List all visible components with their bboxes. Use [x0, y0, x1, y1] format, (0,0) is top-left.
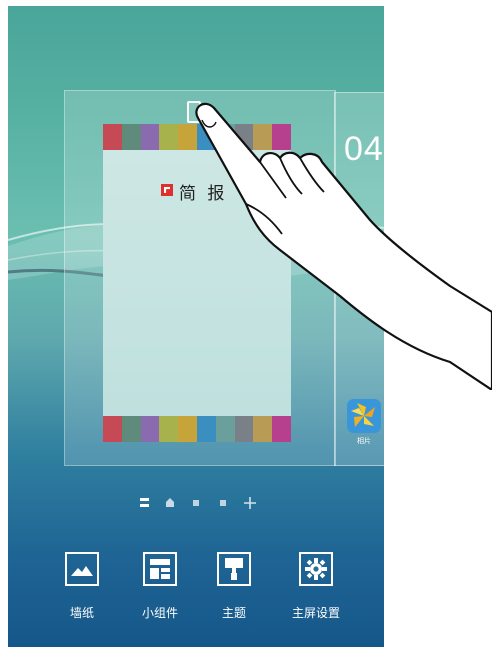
stripe-color-block: [121, 124, 141, 150]
page-dot: [220, 500, 226, 506]
page-indicator-dots: [140, 497, 256, 509]
stripe-color-block: [178, 416, 197, 442]
page-indicator: [8, 495, 384, 509]
stripe-color-block: [140, 416, 160, 442]
stripe-color-block: [140, 124, 160, 150]
stripe-color-block: [103, 124, 122, 150]
widget-color-stripe-bottom: [103, 416, 291, 442]
stripe-color-block: [234, 416, 254, 442]
theme-button[interactable]: 主题: [194, 552, 274, 621]
home-screen-settings-label: 主屏设置: [291, 606, 340, 620]
stripe-color-block: [121, 416, 141, 442]
stripe-color-block: [103, 416, 122, 442]
pointing-hand-gesture-icon: [195, 102, 492, 390]
stripe-color-block: [253, 416, 273, 442]
edit-toolbar: 墙纸 小组件 主题 主屏设置: [8, 552, 384, 647]
home-page-indicator-icon: [140, 498, 149, 501]
theme-label: 主题: [221, 606, 246, 620]
widgets-button[interactable]: 小组件: [120, 552, 200, 621]
photos-app-label: 相片: [357, 437, 371, 445]
home-screen-settings-button[interactable]: 主屏设置: [276, 552, 356, 621]
stripe-color-block: [215, 416, 235, 442]
theme-icon: [217, 552, 251, 586]
settings-gear-icon: [299, 552, 333, 586]
photos-icon: [347, 399, 381, 433]
stripe-color-block: [272, 416, 291, 442]
page-dot: [193, 500, 199, 506]
photos-app-icon[interactable]: [347, 399, 381, 433]
home-icon: [166, 498, 174, 507]
stripe-color-block: [159, 416, 179, 442]
wallpaper-button[interactable]: 墙纸: [42, 552, 122, 621]
wallpaper-label: 墙纸: [69, 606, 94, 620]
wallpaper-icon: [65, 552, 99, 586]
stripe-color-block: [196, 416, 216, 442]
flipboard-logo-icon: [161, 184, 173, 196]
widgets-label: 小组件: [141, 606, 178, 620]
widgets-icon: [143, 552, 177, 586]
stripe-color-block: [159, 124, 179, 150]
add-page-icon: [244, 497, 256, 509]
